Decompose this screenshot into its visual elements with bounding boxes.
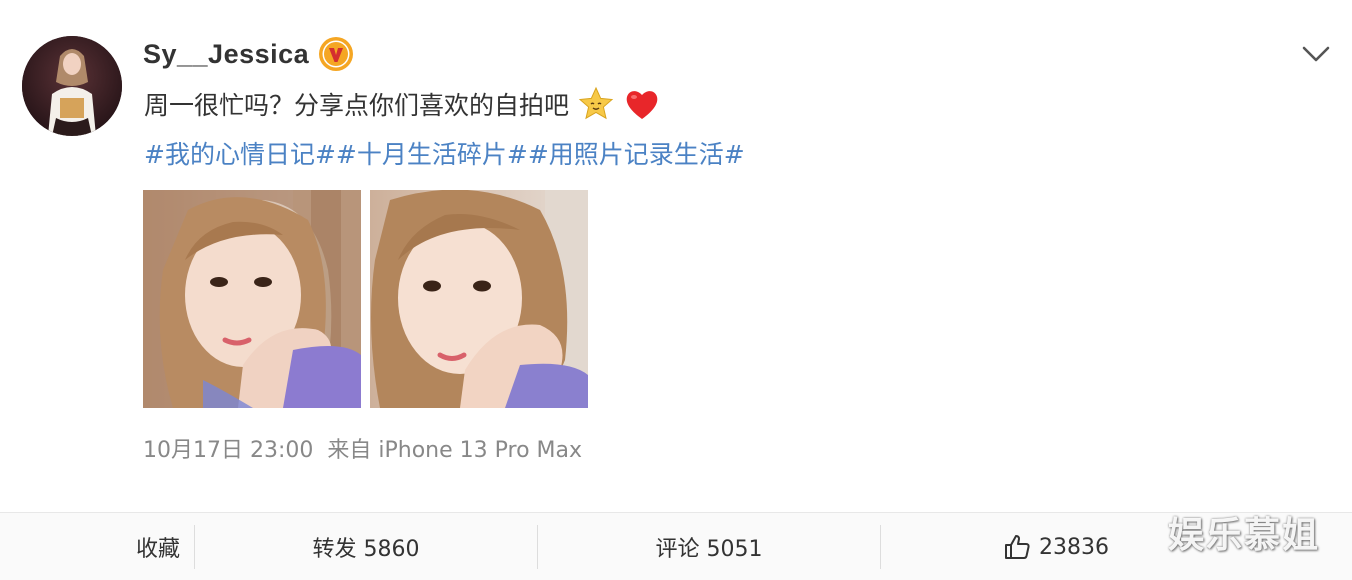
repost-label: 转发 5860 xyxy=(312,537,420,562)
chevron-down-icon[interactable] xyxy=(1300,40,1332,68)
selfie-photo-1[interactable] xyxy=(143,190,361,408)
post-text: 周一很忙吗？分享点你们喜欢的自拍吧 xyxy=(144,91,570,120)
comment-button[interactable]: 评论 5051 xyxy=(538,513,880,580)
like-count: 23836 xyxy=(1039,534,1109,560)
hashtags: #我的心情日记##十月生活碎片##用照片记录生活# xyxy=(144,138,745,172)
favorite-button[interactable]: 收藏 xyxy=(0,513,194,580)
hashtag-october-life[interactable]: #十月生活碎片# xyxy=(336,140,528,169)
selfie-image-1 xyxy=(143,190,361,408)
thumbs-up-icon xyxy=(1005,535,1030,559)
repost-button[interactable]: 转发 5860 xyxy=(195,513,537,580)
verified-badge-icon xyxy=(319,37,353,71)
avatar-image xyxy=(22,36,122,136)
watermark: 娱乐慕姐 xyxy=(1168,515,1321,556)
comment-label: 评论 5051 xyxy=(655,537,763,562)
selfie-photo-2[interactable] xyxy=(370,190,588,408)
favorite-label: 收藏 xyxy=(136,537,181,562)
hashtag-mood-diary[interactable]: #我的心情日记# xyxy=(144,140,336,169)
weibo-post-page: Sy__Jessica 周一很忙吗？分享点你们喜欢的自拍吧 #我的心情日记##十… xyxy=(0,0,1352,580)
action-bar: 收藏 转发 5860 评论 5051 23836 xyxy=(0,512,1352,580)
red-heart-icon xyxy=(626,91,658,119)
hashtag-photo-record[interactable]: #用照片记录生活# xyxy=(528,140,745,169)
username[interactable]: Sy__Jessica xyxy=(143,36,309,72)
star-face-icon xyxy=(578,86,614,120)
avatar[interactable] xyxy=(22,36,122,136)
selfie-image-2 xyxy=(370,190,588,408)
post-meta: 10月17日 23:00 来自 iPhone 13 Pro Max xyxy=(143,436,582,466)
post-source: 来自 iPhone 13 Pro Max xyxy=(327,438,583,463)
post-timestamp[interactable]: 10月17日 23:00 xyxy=(143,438,313,463)
post-text-row: 周一很忙吗？分享点你们喜欢的自拍吧 xyxy=(144,84,661,124)
